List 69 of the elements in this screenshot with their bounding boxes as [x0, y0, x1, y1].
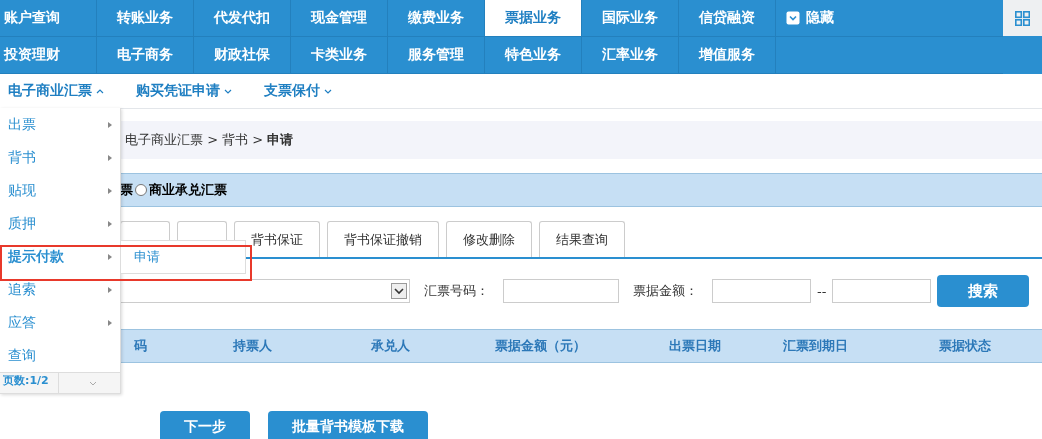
nav-tab[interactable]: 转账业务: [97, 0, 194, 36]
hide-toggle[interactable]: 隐藏: [776, 0, 834, 36]
radio-button[interactable]: [135, 184, 147, 196]
menu-item[interactable]: 背书: [0, 141, 120, 174]
column-header: 出票日期: [668, 337, 722, 355]
nav-tab[interactable]: 汇率业务: [582, 37, 679, 73]
column-header: 承兑人: [369, 337, 411, 355]
submenu-arrow-icon: [108, 154, 112, 161]
sub-nav-menu[interactable]: 购买凭证申请: [136, 82, 232, 100]
radio-label: 商业承兑汇票: [149, 181, 227, 199]
tab[interactable]: 背书保证: [234, 221, 320, 257]
sub-nav-menu[interactable]: 支票保付: [264, 82, 332, 100]
grid-icon: [1015, 10, 1030, 26]
nav-tab[interactable]: 特色业务: [485, 37, 582, 73]
menu-item[interactable]: 追索: [0, 273, 120, 306]
tab[interactable]: 结果查询: [539, 221, 625, 257]
column-header: 码: [132, 337, 148, 355]
submenu-arrow-icon: [108, 187, 112, 194]
menu-item[interactable]: 查询: [0, 339, 120, 372]
chevron-down-icon[interactable]: [89, 381, 97, 386]
submenu-arrow-icon: [108, 286, 112, 293]
column-header: 票据状态: [938, 337, 992, 355]
nav-tab[interactable]: 增值服务: [679, 37, 776, 73]
bill-type-label: 票: [120, 181, 133, 199]
pager-label: 页数:1/2: [0, 373, 59, 393]
submenu-arrow-icon: [108, 253, 112, 260]
nav-tab[interactable]: 信贷融资: [679, 0, 776, 36]
search-button[interactable]: 搜索: [937, 275, 1030, 307]
nav-tab[interactable]: 服务管理: [388, 37, 485, 73]
column-header: 票据金额（元）: [493, 337, 587, 355]
breadcrumb: 电子商业汇票 > 背书 > 申请: [120, 121, 1042, 159]
chevron-up-icon: [96, 88, 104, 94]
nav-tab[interactable]: 现金管理: [291, 0, 388, 36]
chevron-down-icon: [324, 88, 332, 94]
nav-tab[interactable]: 票据业务: [485, 0, 582, 36]
bill-number-label: 汇票号码：: [424, 282, 489, 300]
chevron-down-icon: [224, 88, 232, 94]
menu-item[interactable]: 提示付款: [0, 240, 120, 273]
tab[interactable]: 修改删除: [446, 221, 532, 257]
amount-label: 票据金额：: [633, 282, 698, 300]
amount-min-field[interactable]: [712, 279, 811, 303]
menu-item[interactable]: 质押: [0, 207, 120, 240]
bill-number-field[interactable]: [503, 279, 619, 303]
submenu-arrow-icon: [108, 319, 112, 326]
dropdown-icon: [391, 283, 407, 299]
submenu-arrow-icon: [108, 220, 112, 227]
select-field[interactable]: [120, 279, 410, 303]
nav-tab[interactable]: 卡类业务: [291, 37, 388, 73]
submenu-arrow-icon: [108, 121, 112, 128]
nav-tab[interactable]: 国际业务: [582, 0, 679, 36]
collapse-icon: [786, 11, 800, 25]
nav-tab[interactable]: 财政社保: [194, 37, 291, 73]
apps-button[interactable]: [1003, 0, 1042, 36]
menu-item[interactable]: 应答: [0, 306, 120, 339]
tab[interactable]: 背书保证撤销: [327, 221, 439, 257]
column-header: 持票人: [232, 337, 273, 355]
action-button[interactable]: 下一步: [160, 411, 250, 439]
submenu-item[interactable]: 申请: [121, 248, 160, 266]
menu-item[interactable]: 贴现: [0, 174, 120, 207]
column-header: 汇票到期日: [781, 337, 849, 355]
amount-max-field[interactable]: [832, 279, 932, 303]
menu-item[interactable]: 出票: [0, 108, 120, 141]
sub-nav-menu[interactable]: 电子商业汇票: [8, 82, 104, 100]
range-separator: --: [817, 283, 827, 299]
nav-tab[interactable]: 账户查询: [0, 0, 97, 36]
nav-tab[interactable]: 投资理财: [0, 37, 97, 73]
nav-tab[interactable]: 代发代扣: [194, 0, 291, 36]
nav-tab[interactable]: 电子商务: [97, 37, 194, 73]
action-button[interactable]: 批量背书模板下载: [268, 411, 428, 439]
